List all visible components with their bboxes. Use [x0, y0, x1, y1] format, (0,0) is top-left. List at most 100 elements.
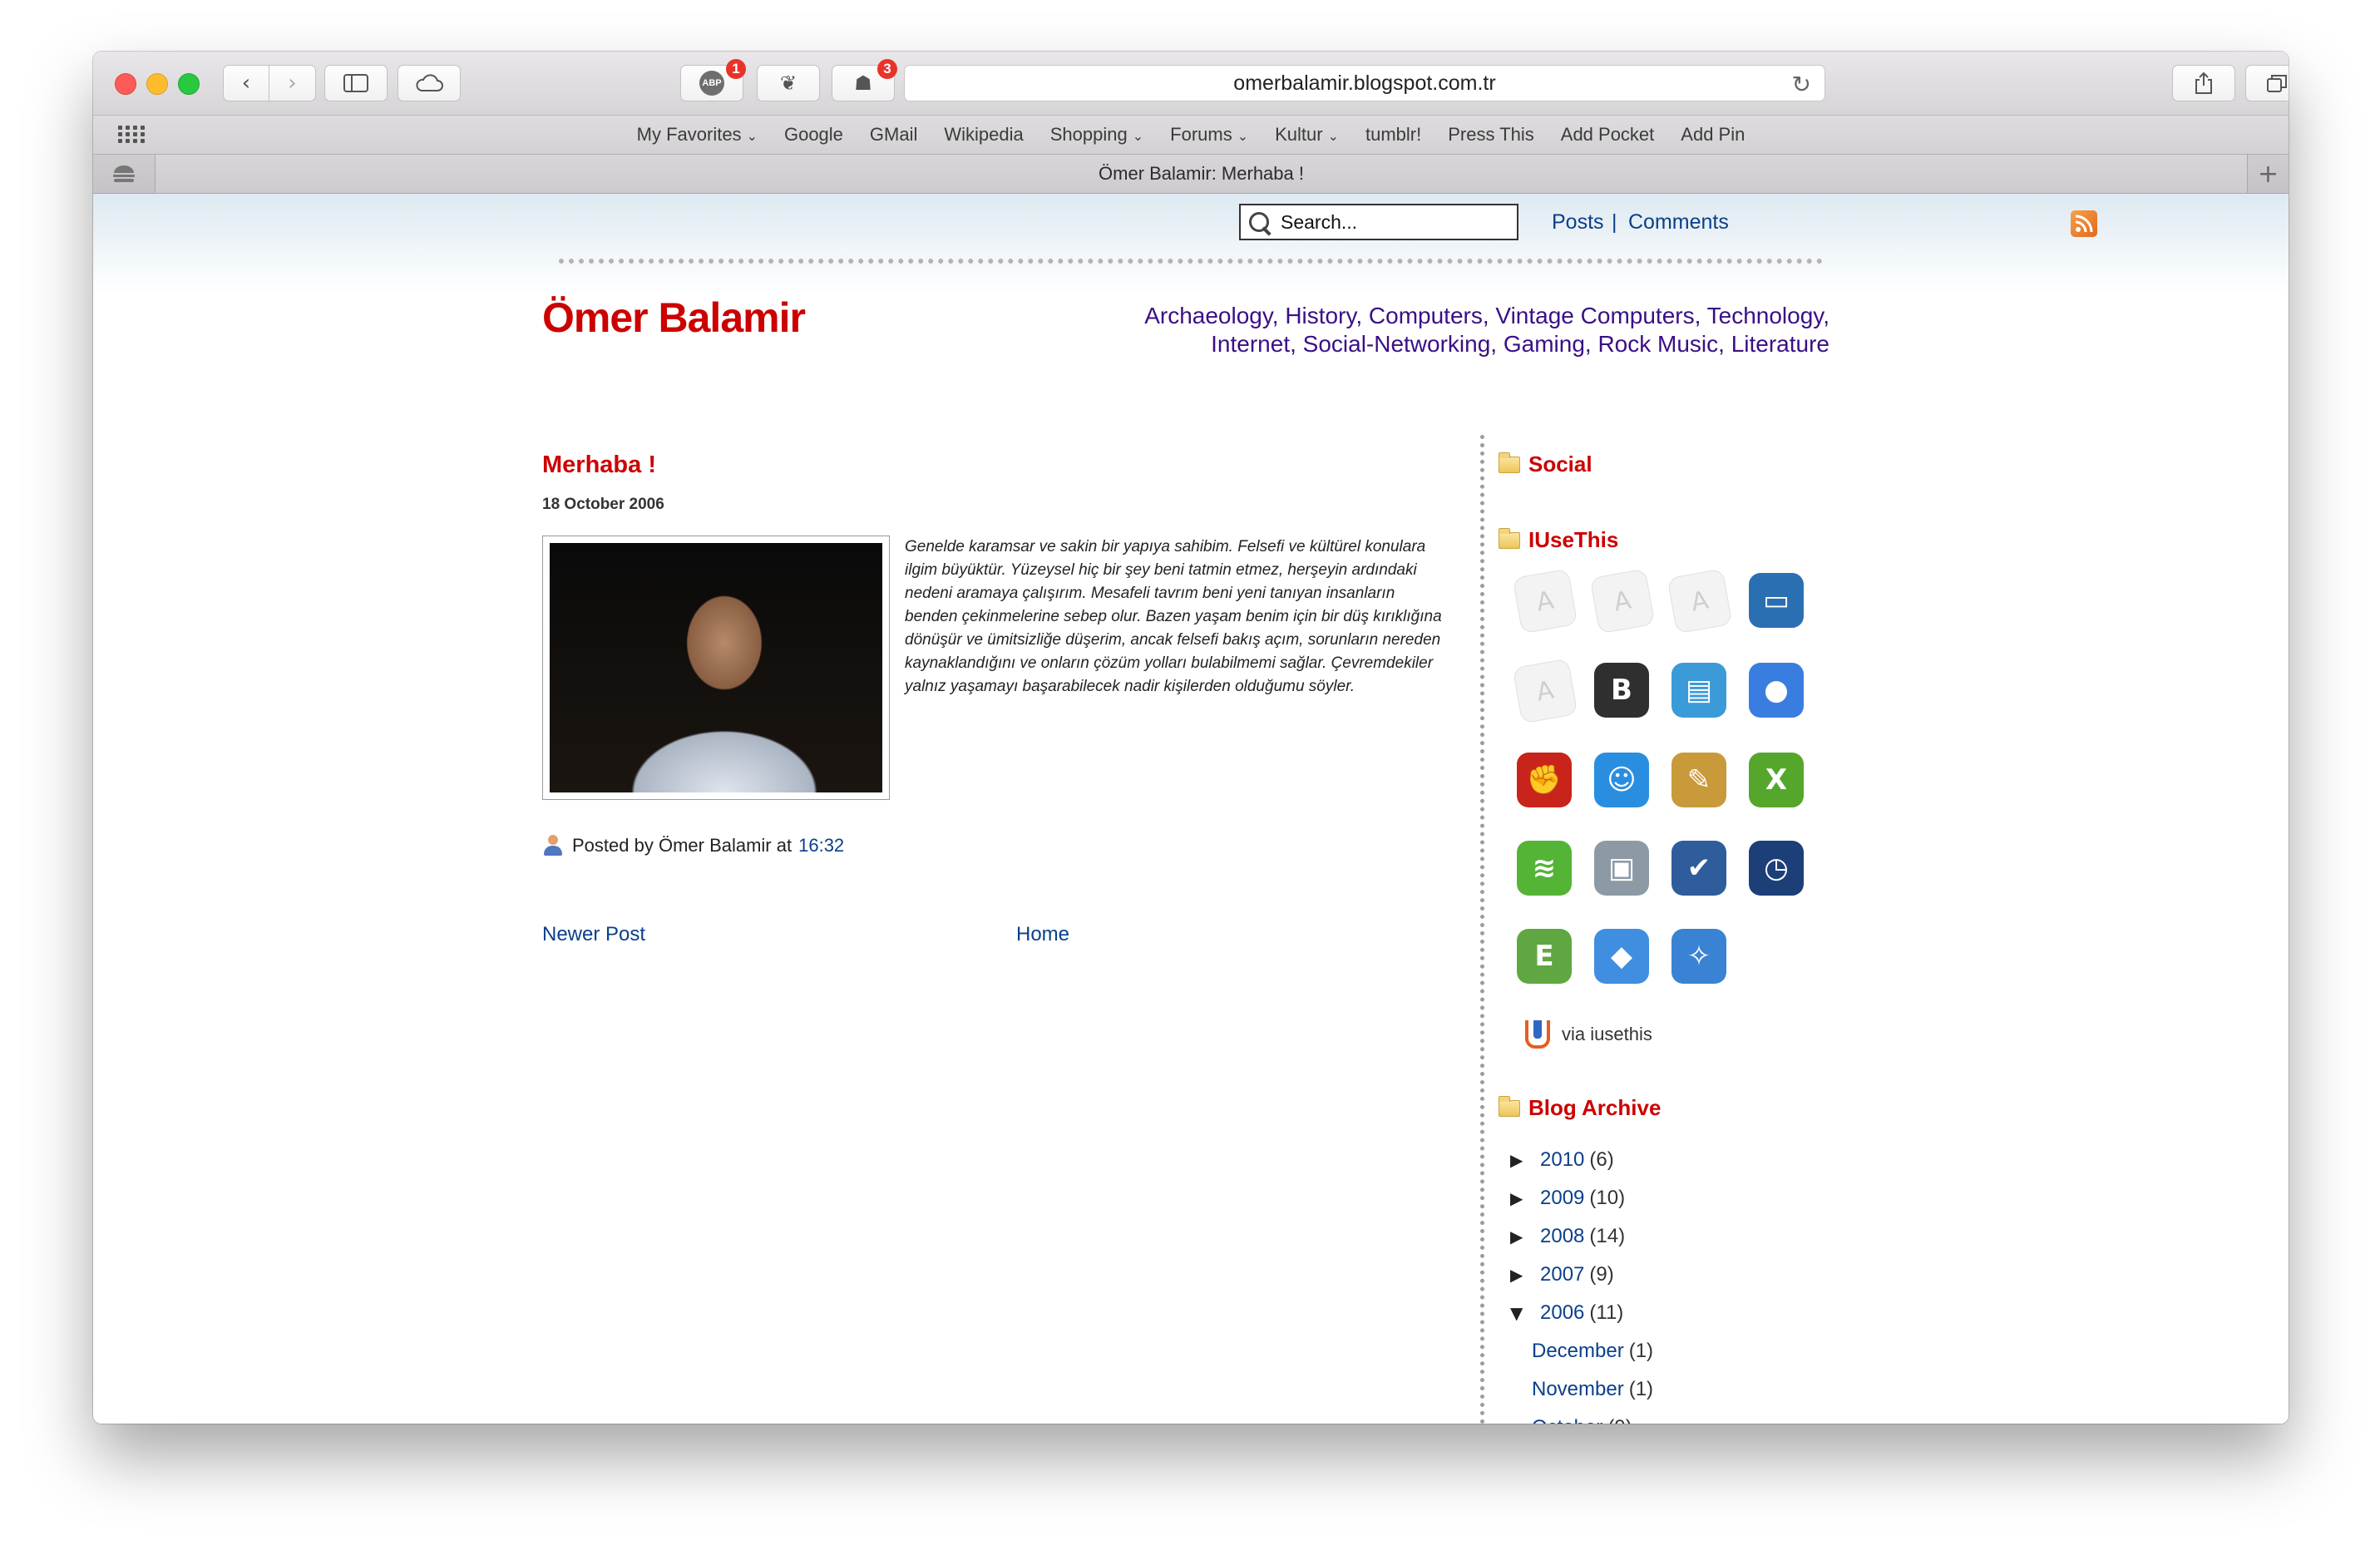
tab-title: Ömer Balamir: Merhaba !: [1099, 163, 1304, 184]
forward-button[interactable]: ›: [269, 65, 316, 101]
bookmark-shopping[interactable]: Shopping ⌄: [1050, 124, 1143, 146]
chevron-left-icon: ‹: [241, 71, 251, 96]
via-iusethis-link[interactable]: via iusethis: [1525, 1020, 1848, 1049]
bookmark-gmail[interactable]: GMail: [870, 124, 917, 146]
chevron-down-icon: ⌄: [1237, 128, 1249, 144]
archive-year-link[interactable]: 2008: [1540, 1225, 1584, 1248]
address-bar[interactable]: omerbalamir.blogspot.com.tr ↻: [904, 65, 1825, 101]
active-tab[interactable]: Ömer Balamir: Merhaba !: [156, 155, 2247, 193]
notebook-app-icon[interactable]: ✎: [1671, 753, 1726, 807]
newer-post-link[interactable]: Newer Post: [542, 923, 645, 946]
triangle-right-icon[interactable]: ▶: [1510, 1227, 1540, 1246]
posts-feed-link[interactable]: Posts: [1552, 210, 1604, 234]
bookmark-my-favorites[interactable]: My Favorites ⌄: [637, 124, 758, 146]
share-button[interactable]: [2172, 65, 2235, 101]
blog-title[interactable]: Ömer Balamir: [542, 294, 806, 342]
ghostery-extension-button[interactable]: ☗ 3: [832, 59, 897, 101]
laptop-app-icon[interactable]: ▭: [1749, 573, 1804, 628]
archive-year-item: ▶ 2008 (14): [1499, 1217, 1848, 1256]
tab-overview-button[interactable]: [2245, 65, 2289, 101]
author-photo-image: [550, 543, 882, 792]
post-title[interactable]: Merhaba !: [542, 452, 1440, 479]
sidebar-icon: [343, 74, 368, 92]
dropbox-app-icon[interactable]: ◆: [1594, 929, 1649, 984]
checklist-app-icon[interactable]: ✔: [1671, 841, 1726, 896]
bookmark-wikipedia[interactable]: Wikipedia: [944, 124, 1023, 146]
evernote-app-icon[interactable]: E: [1517, 929, 1572, 984]
adblock-badge: 1: [726, 59, 746, 79]
post-text: Genelde karamsar ve sakin bir yapıya sah…: [905, 538, 1442, 695]
bookmark-tumblr[interactable]: tumblr!: [1365, 124, 1421, 146]
new-tab-button[interactable]: +: [2247, 155, 2289, 193]
url-text: omerbalamir.blogspot.com.tr: [1233, 71, 1496, 95]
blog-description-line: Archaeology, History, Computers, Vintage…: [1144, 303, 1829, 328]
safari-app-icon[interactable]: ✧: [1671, 929, 1726, 984]
reload-icon[interactable]: ↻: [1792, 71, 1811, 98]
archive-count: (1): [1628, 1340, 1654, 1362]
bookmark-forums[interactable]: Forums ⌄: [1170, 124, 1248, 146]
archive-year-link[interactable]: 2010: [1540, 1148, 1584, 1172]
back-button[interactable]: ‹: [223, 65, 269, 101]
search-icon: [1249, 212, 1269, 232]
archive-year-link[interactable]: 2009: [1540, 1187, 1584, 1210]
pinned-tab[interactable]: [93, 155, 156, 193]
archive-month-link[interactable]: December: [1532, 1340, 1624, 1363]
placeholder-app-icon[interactable]: A: [1589, 568, 1656, 634]
archive-year-link[interactable]: 2007: [1540, 1263, 1584, 1286]
skype-ghost-app-icon[interactable]: ☺: [1594, 753, 1649, 807]
home-link[interactable]: Home: [1016, 923, 1069, 946]
via-label: via iusethis: [1562, 1024, 1652, 1044]
sidebar-button[interactable]: [324, 65, 388, 101]
clock-app-icon[interactable]: ◷: [1749, 841, 1804, 896]
widget-title-text: Social: [1528, 452, 1592, 476]
main-column: Merhaba ! 18 October 2006 Genelde karams…: [542, 452, 1442, 948]
widget-title-text: Blog Archive: [1528, 1095, 1662, 1120]
search-input[interactable]: Search...: [1239, 204, 1518, 240]
rss-icon[interactable]: [2071, 210, 2097, 237]
archive-month-link[interactable]: November: [1532, 1378, 1624, 1401]
post-footer: Posted by Ömer Balamir at 16:32: [542, 835, 1440, 856]
triangle-right-icon[interactable]: ▶: [1510, 1188, 1540, 1208]
spotify-app-icon[interactable]: ≋: [1517, 841, 1572, 896]
boxing-glove-app-icon[interactable]: ✊: [1517, 753, 1572, 807]
bubble-app-icon[interactable]: ●: [1749, 663, 1804, 718]
blog-description-line: Internet, Social-Networking, Gaming, Roc…: [1211, 331, 1829, 357]
archive-month-link[interactable]: October: [1532, 1416, 1602, 1424]
placeholder-app-icon[interactable]: A: [1512, 568, 1578, 634]
bookmark-kultur[interactable]: Kultur ⌄: [1275, 124, 1339, 146]
zoom-window-button[interactable]: [178, 73, 200, 95]
archive-count: (10): [1589, 1187, 1626, 1209]
icloud-tabs-button[interactable]: [397, 65, 461, 101]
archive-year-item: ▶ 2007 (9): [1499, 1256, 1848, 1294]
placeholder-app-icon[interactable]: A: [1666, 568, 1733, 634]
adblock-extension-button[interactable]: ABP 1: [680, 59, 746, 101]
b-app-icon[interactable]: B: [1594, 663, 1649, 718]
computer-app-icon[interactable]: ▣: [1594, 841, 1649, 896]
post-pager: Newer Post Home: [542, 923, 1440, 948]
social-widget-title: Social: [1499, 452, 1848, 477]
comments-feed-link[interactable]: Comments: [1628, 210, 1729, 234]
tab-bar: Ömer Balamir: Merhaba ! +: [93, 155, 2289, 194]
archive-count: (9): [1607, 1416, 1632, 1424]
author-photo[interactable]: [542, 536, 890, 800]
bookmark-press-this[interactable]: Press This: [1448, 124, 1534, 146]
archive-count: (14): [1589, 1225, 1626, 1247]
bookmark-add-pin[interactable]: Add Pin: [1681, 124, 1745, 146]
placeholder-app-icon[interactable]: A: [1512, 658, 1578, 724]
post-time-link[interactable]: 16:32: [798, 835, 844, 856]
evernote-extension-button[interactable]: ❦: [757, 65, 820, 101]
blog-top-nav: Search... Posts | Comments: [1239, 204, 2097, 240]
triangle-right-icon[interactable]: ▶: [1510, 1265, 1540, 1285]
post-body: Genelde karamsar ve sakin bir yapıya sah…: [542, 536, 1442, 802]
x-app-icon[interactable]: X: [1749, 753, 1804, 807]
bookmark-add-pocket[interactable]: Add Pocket: [1561, 124, 1655, 146]
bookmark-google[interactable]: Google: [784, 124, 843, 146]
chevron-right-icon: ›: [288, 71, 297, 96]
minimize-window-button[interactable]: [146, 73, 168, 95]
disk-app-icon[interactable]: ▤: [1671, 663, 1726, 718]
triangle-down-icon[interactable]: ▼: [1510, 1303, 1540, 1323]
close-window-button[interactable]: [115, 73, 136, 95]
triangle-right-icon[interactable]: ▶: [1510, 1150, 1540, 1170]
archive-year-item: ▼ 2006 (11): [1499, 1294, 1848, 1332]
archive-year-link[interactable]: 2006: [1540, 1301, 1584, 1325]
